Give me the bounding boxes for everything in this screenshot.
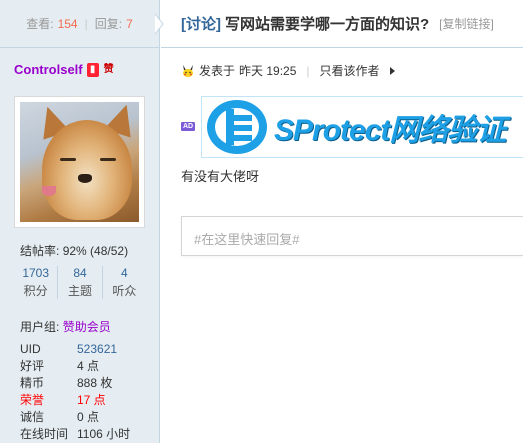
banner-brand-text: SProtect网络验证 [274, 114, 506, 147]
detail-value: 888 枚 [77, 376, 113, 390]
stat-topics-value: 84 [73, 266, 87, 280]
detail-rating: 好评 4 点 [20, 358, 150, 375]
detail-value[interactable]: 523621 [77, 341, 117, 358]
views-label: 查看: [26, 17, 54, 31]
detail-key: 诚信 [20, 410, 45, 424]
detail-value: 4 点 [77, 359, 100, 373]
user-group: 用户组: 赞助会员 [20, 318, 150, 335]
detail-coins: 精币 888 枚 [20, 375, 150, 392]
avatar[interactable] [20, 102, 139, 222]
stats-divider: | [84, 16, 88, 31]
detail-value: 0 点 [77, 410, 100, 424]
author-sidebar: 查看: 154 | 回复: 7 Controlself ▮ 赞 结帖率: 92%… [0, 0, 160, 443]
only-author-link[interactable]: 只看该作者 [320, 62, 380, 79]
detail-integrity: 诚信 0 点 [20, 409, 150, 426]
post-main: [讨论] 写网站需要学哪一方面的知识? [复制链接] 发表于 昨天 19:25 … [161, 0, 523, 443]
avatar-dog-eye-left [60, 158, 76, 161]
detail-key: UID [20, 342, 41, 356]
posted-time: 昨天 19:25 [239, 64, 297, 78]
stat-credits-label: 积分 [23, 284, 48, 298]
ad-tag: AD [181, 122, 195, 131]
sponsor-badge-icon: 赞 [103, 63, 114, 75]
quick-reply-placeholder: #在这里快速回复# [194, 232, 300, 247]
stat-followers[interactable]: 4 听众 [103, 266, 146, 299]
detail-value: 17 点 [77, 393, 106, 407]
views-count: 154 [57, 16, 78, 31]
detail-uid: UID 523621 [20, 341, 150, 358]
post-rate-label: 结帖率: [20, 244, 60, 258]
stat-topics[interactable]: 84 主题 [58, 266, 103, 299]
thread-category[interactable]: [讨论] [181, 13, 221, 34]
stat-followers-label: 听众 [112, 284, 137, 298]
author-username[interactable]: Controlself [14, 62, 83, 77]
avatar-dog-nose [78, 174, 92, 183]
author-name-row: Controlself ▮ 赞 [14, 62, 115, 77]
avatar-dog-tongue [42, 186, 56, 196]
play-triangle-icon[interactable] [389, 66, 395, 75]
thread-title-bar: [讨论] 写网站需要学哪一方面的知识? [复制链接] [161, 0, 523, 48]
avatar-dog-face [42, 120, 132, 220]
thread-title: 写网站需要学哪一方面的知识? [225, 16, 430, 33]
detail-key: 在线时间 [20, 427, 69, 441]
detail-key: 精币 [20, 376, 45, 390]
detail-online-time: 在线时间 1106 小时 [20, 426, 150, 443]
medal-icon: ▮ [86, 62, 99, 77]
detail-value: 1106 小时 [77, 427, 131, 441]
detail-key: 好评 [20, 359, 45, 373]
stat-credits-value: 1703 [22, 266, 50, 280]
post-meta: 发表于 昨天 19:25 | 只看该作者 [181, 62, 395, 79]
user-group-value[interactable]: 赞助会员 [63, 320, 111, 334]
author-details: 用户组: 赞助会员 UID 523621 好评 4 点 精币 888 枚 荣誉 … [20, 318, 150, 443]
ad-banner[interactable]: SProtect网络验证 [201, 96, 523, 158]
thread-stats: 查看: 154 | 回复: 7 [0, 0, 159, 48]
meta-divider: | [306, 63, 310, 78]
author-stats: 1703 积分 84 主题 4 听众 [14, 266, 146, 299]
copy-link-button[interactable]: [复制链接] [439, 15, 494, 32]
quick-reply-input[interactable]: #在这里快速回复# [181, 216, 523, 256]
stat-followers-value: 4 [120, 266, 128, 280]
avatar-dog-eye-right [100, 158, 116, 161]
detail-key: 荣誉 [20, 393, 45, 407]
stat-credits[interactable]: 1703 积分 [14, 266, 59, 299]
post-rate-value: 92% (48/52) [62, 244, 129, 258]
sprotect-logo-icon [207, 100, 267, 154]
post-rate: 结帖率: 92% (48/52) [20, 242, 128, 259]
avatar-frame [14, 96, 145, 228]
post-body: 有没有大佬呀 [181, 169, 260, 184]
posted-prefix: 发表于 [199, 64, 236, 78]
replies-count: 7 [126, 16, 133, 31]
replies-label: 回复: [94, 17, 123, 31]
user-group-label: 用户组: [20, 320, 60, 334]
detail-honor: 荣誉 17 点 [20, 392, 150, 409]
stat-topics-label: 主题 [67, 284, 92, 298]
pikachu-icon [183, 64, 193, 77]
